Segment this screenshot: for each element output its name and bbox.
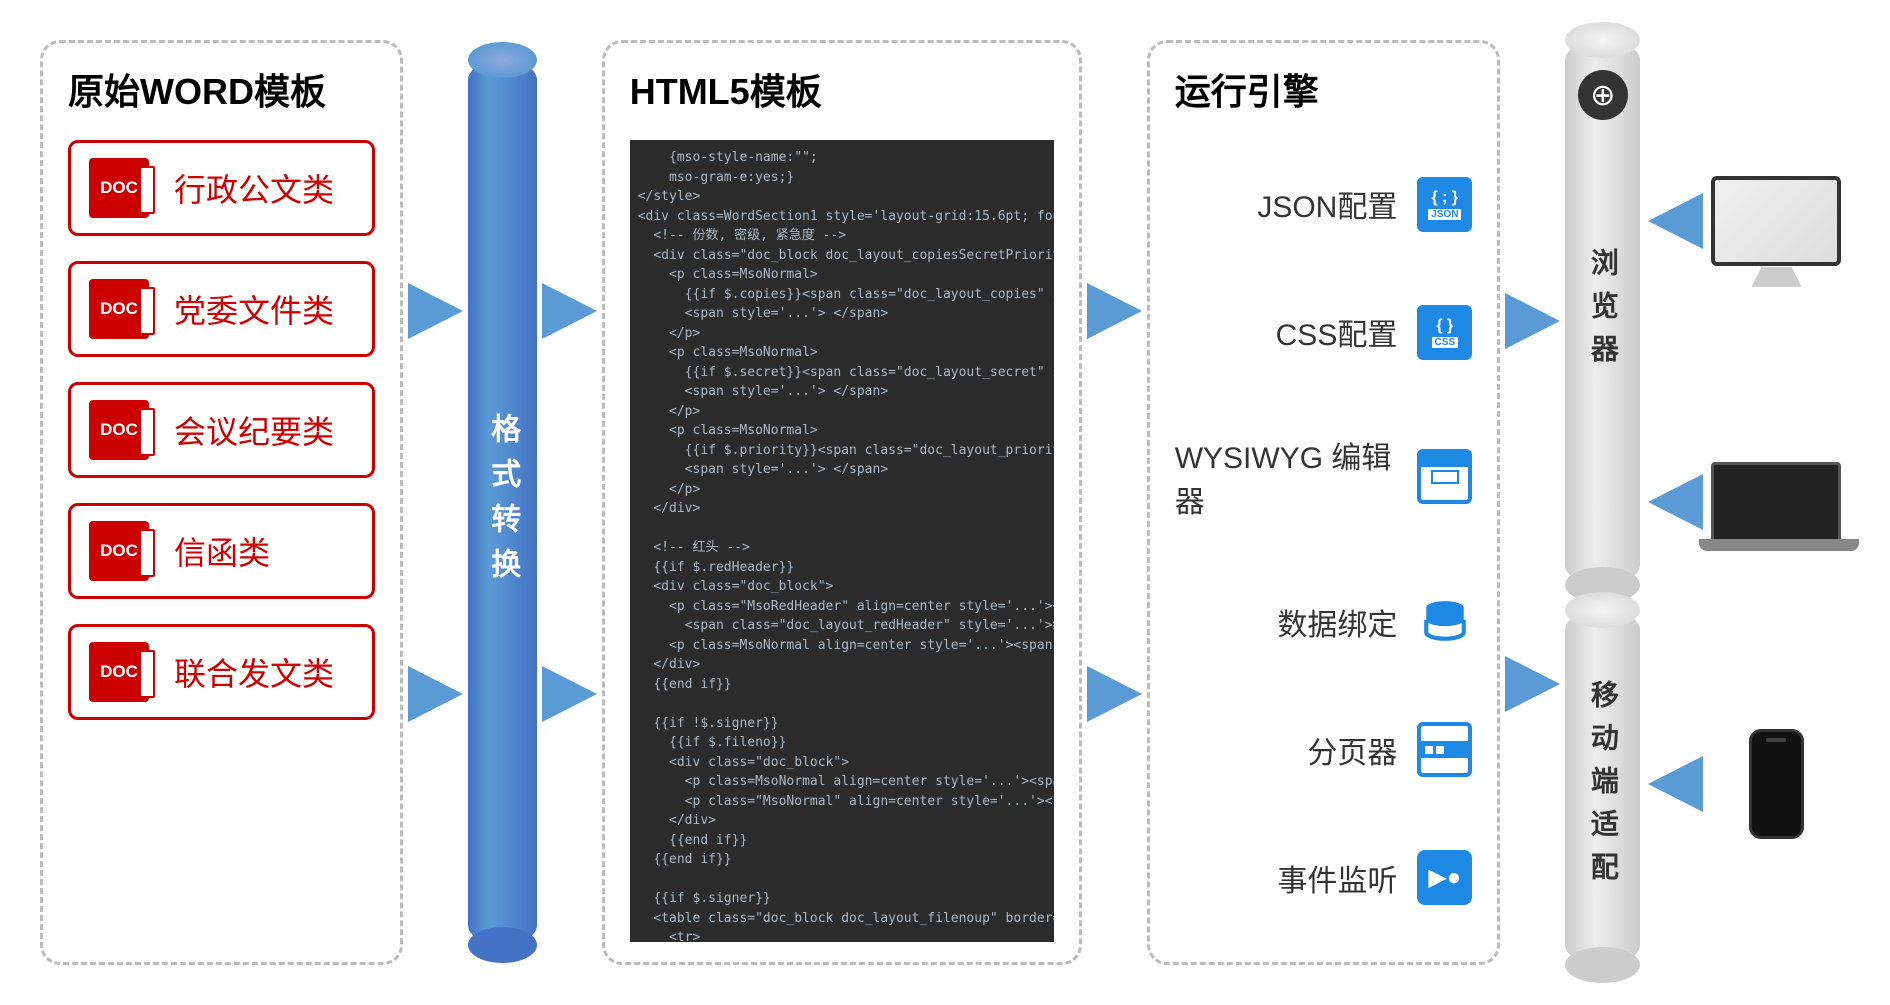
engine-feature-item: WYSIWYG 编辑器 (1175, 425, 1473, 529)
database-icon (1417, 594, 1472, 649)
arrow-right-icon (408, 666, 463, 722)
output-column: ⊕ 浏览器 移动端适配 (1565, 40, 1648, 965)
browser-output: ⊕ 浏览器 (1565, 40, 1640, 585)
arrows-to-engine (1082, 40, 1147, 965)
arrow-right-icon (1087, 283, 1142, 339)
engine-label: 分页器 (1307, 728, 1397, 772)
doc-icon: DOC (89, 642, 149, 702)
doc-label: 党委文件类 (174, 286, 334, 332)
editor-icon (1417, 449, 1472, 504)
panel2-title: HTML5模板 (630, 63, 1054, 115)
smartphone-icon (1703, 724, 1850, 844)
engine-label: WYSIWYG 编辑器 (1175, 433, 1398, 521)
doc-type-item: DOC 党委文件类 (68, 261, 375, 357)
laptop-icon (1703, 442, 1850, 562)
json-icon: { ; }JSON (1417, 177, 1472, 232)
engine-label: JSON配置 (1257, 182, 1397, 226)
engine-feature-item: 数据绑定 (1175, 586, 1473, 657)
mobile-label: 移动端适配 (1583, 680, 1623, 895)
doc-icon: DOC (89, 158, 149, 218)
arrow-left-icon (1648, 756, 1703, 812)
doc-type-item: DOC 会议纪要类 (68, 382, 375, 478)
desktop-icon (1703, 161, 1850, 281)
panel3-title: 运行引擎 (1175, 63, 1473, 115)
arrow-right-icon (1087, 666, 1142, 722)
arrows-to-output (1500, 40, 1565, 965)
doc-type-item: DOC 行政公文类 (68, 140, 375, 236)
arrows-from-devices (1648, 40, 1703, 965)
html5-template-panel: HTML5模板 {mso-style-name:""; mso-gram-e:y… (602, 40, 1082, 965)
doc-label: 联合发文类 (174, 649, 334, 695)
engine-feature-item: 分页器 (1175, 714, 1473, 785)
css-icon: { }CSS (1417, 305, 1472, 360)
converter-label: 格式转换 (480, 413, 524, 593)
arrow-right-icon (1505, 656, 1560, 712)
arrow-right-icon (542, 283, 597, 339)
arrow-left-icon (1648, 193, 1703, 249)
code-sample: {mso-style-name:""; mso-gram-e:yes;} </s… (630, 140, 1054, 942)
doc-icon: DOC (89, 279, 149, 339)
arrows-to-html5 (537, 40, 602, 965)
arrow-right-icon (542, 666, 597, 722)
arrow-left-icon (1648, 474, 1703, 530)
engine-label: 数据绑定 (1277, 600, 1397, 644)
globe-icon: ⊕ (1578, 70, 1628, 120)
arrow-right-icon (408, 283, 463, 339)
browser-label: 浏览器 (1583, 248, 1623, 377)
engine-label: CSS配置 (1276, 310, 1398, 354)
devices-column (1703, 40, 1850, 965)
runtime-engine-panel: 运行引擎 JSON配置 { ; }JSON CSS配置 { }CSS WYSIWYG 编… (1147, 40, 1501, 965)
word-template-panel: 原始WORD模板 DOC行政公文类DOC党委文件类DOC会议纪要类DOC信函类D… (40, 40, 403, 965)
pager-icon (1417, 722, 1472, 777)
panel1-title: 原始WORD模板 (68, 63, 375, 115)
engine-label: 事件监听 (1277, 856, 1397, 900)
mobile-output: 移动端适配 (1565, 610, 1640, 965)
doc-label: 会议纪要类 (174, 407, 334, 453)
engine-feature-item: CSS配置 { }CSS (1175, 297, 1473, 368)
event-icon: ▶● (1417, 850, 1472, 905)
arrows-to-converter (403, 40, 468, 965)
doc-label: 行政公文类 (174, 165, 334, 211)
doc-type-item: DOC 信函类 (68, 503, 375, 599)
doc-label: 信函类 (174, 528, 270, 574)
doc-type-item: DOC 联合发文类 (68, 624, 375, 720)
doc-icon: DOC (89, 400, 149, 460)
engine-feature-item: 事件监听 ▶● (1175, 842, 1473, 913)
engine-feature-item: JSON配置 { ; }JSON (1175, 169, 1473, 240)
format-converter: 格式转换 (468, 40, 537, 965)
arrow-right-icon (1505, 293, 1560, 349)
architecture-diagram: 原始WORD模板 DOC行政公文类DOC党委文件类DOC会议纪要类DOC信函类D… (40, 40, 1850, 965)
doc-icon: DOC (89, 521, 149, 581)
